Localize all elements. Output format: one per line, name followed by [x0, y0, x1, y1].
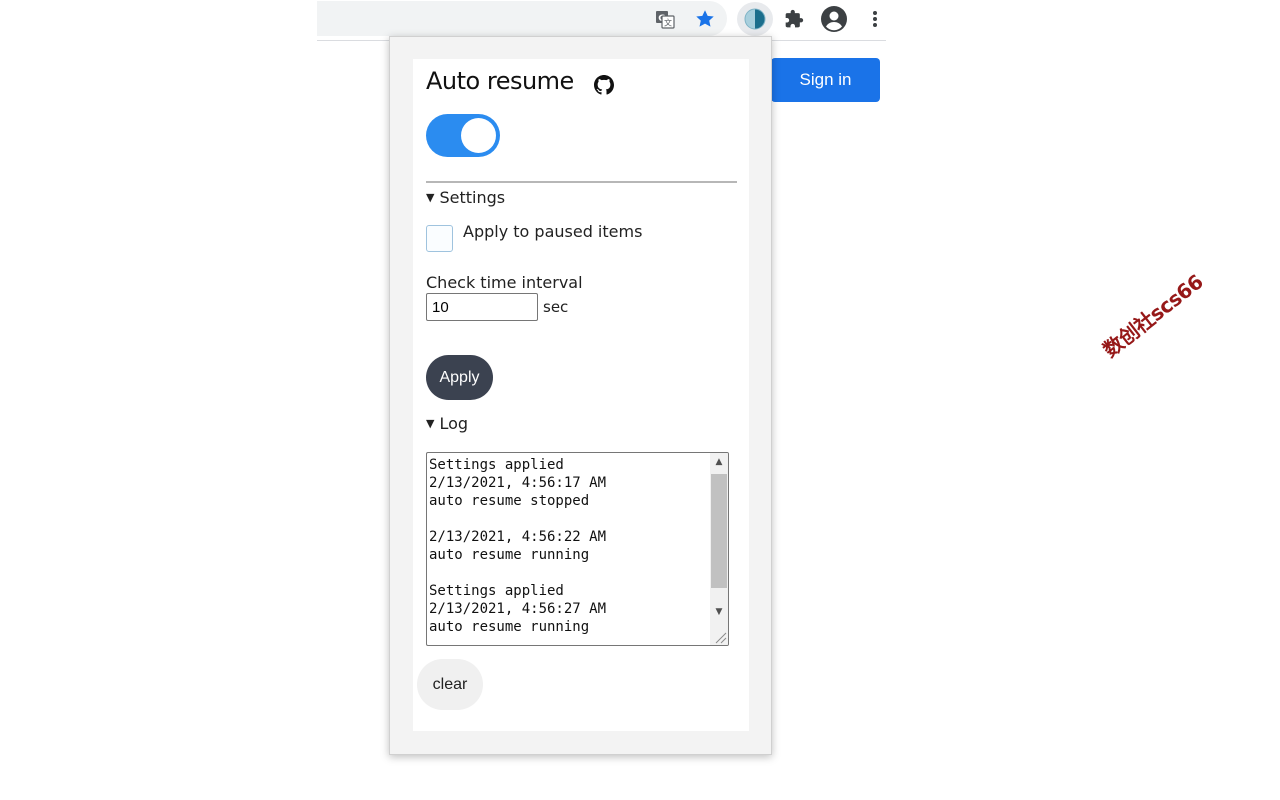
auto-resume-toggle[interactable] — [426, 114, 500, 157]
extension-popup: Auto resume ▼ Settings Apply to paused it… — [389, 36, 772, 755]
resize-grip-icon[interactable] — [712, 629, 728, 645]
profile-icon[interactable] — [820, 5, 848, 33]
apply-paused-checkbox[interactable] — [426, 225, 453, 252]
toggle-knob — [461, 118, 496, 153]
settings-summary-label: Settings — [439, 188, 506, 207]
log-textarea[interactable]: Settings applied 2/13/2021, 4:56:17 AM a… — [426, 452, 729, 646]
svg-text:文: 文 — [664, 18, 672, 28]
log-summary-label: Log — [439, 414, 469, 433]
scroll-thumb[interactable] — [711, 474, 727, 588]
interval-label: Check time interval — [426, 273, 583, 292]
interval-unit: sec — [543, 298, 569, 316]
translate-icon[interactable]: G 文 — [655, 9, 675, 29]
more-menu-icon[interactable] — [865, 8, 885, 30]
apply-button[interactable]: Apply — [426, 355, 493, 400]
divider — [426, 181, 737, 183]
log-scrollbar[interactable]: ▲ ▼ — [710, 453, 728, 645]
disclosure-triangle-icon: ▼ — [426, 191, 435, 204]
disclosure-triangle-icon: ▼ — [426, 417, 435, 430]
settings-summary[interactable]: ▼ Settings — [426, 188, 505, 207]
interval-input[interactable] — [426, 293, 538, 321]
browser-toolbar: G 文 — [317, 0, 886, 41]
github-icon[interactable] — [594, 75, 614, 95]
log-summary[interactable]: ▼ Log — [426, 414, 468, 433]
clear-log-button[interactable]: clear — [417, 659, 483, 710]
extensions-puzzle-icon[interactable] — [782, 7, 806, 31]
apply-paused-label: Apply to paused items — [463, 222, 643, 241]
auto-resume-extension-icon[interactable] — [737, 2, 773, 36]
popup-content: Auto resume ▼ Settings Apply to paused it… — [413, 59, 749, 731]
log-text: Settings applied 2/13/2021, 4:56:17 AM a… — [429, 457, 607, 635]
watermark: 数创社scs66 — [1098, 269, 1208, 363]
bookmark-star-icon[interactable] — [693, 7, 717, 31]
scroll-up-icon[interactable]: ▲ — [710, 453, 728, 471]
popup-title: Auto resume — [426, 67, 574, 95]
scroll-down-icon[interactable]: ▼ — [710, 603, 728, 621]
sign-in-button[interactable]: Sign in — [771, 58, 880, 102]
